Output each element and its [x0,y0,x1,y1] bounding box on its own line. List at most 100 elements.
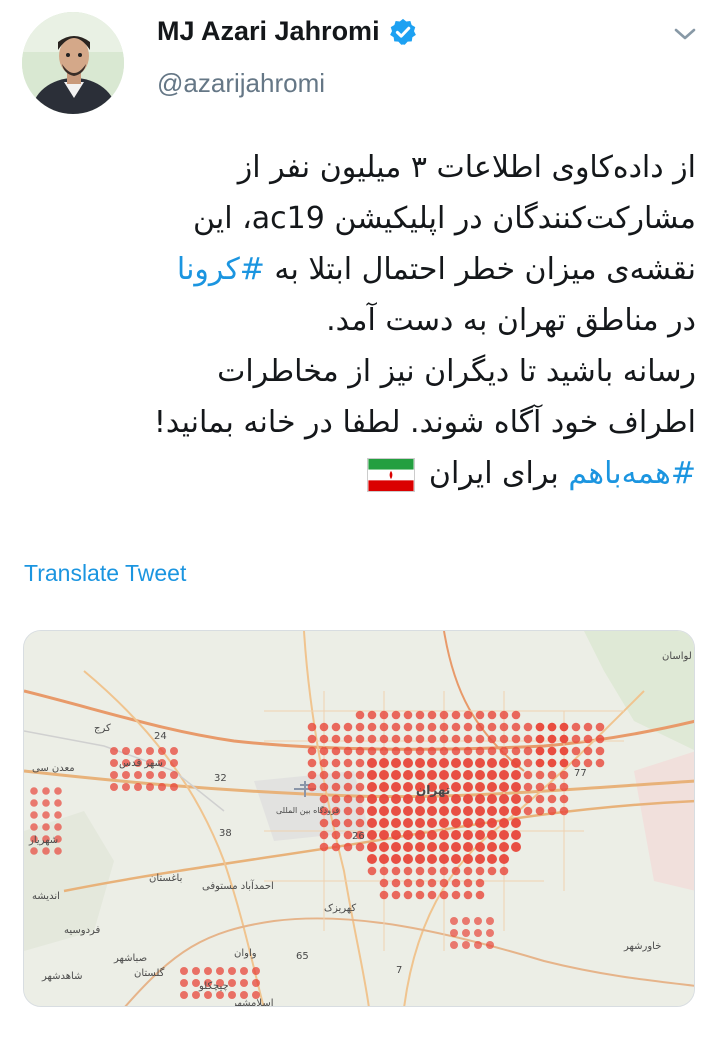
risk-dot [391,758,401,768]
risk-dot [307,758,317,768]
risk-dot [331,758,341,768]
risk-dot [319,758,329,768]
risk-dot [307,782,317,792]
risk-dot [463,746,473,756]
risk-dot [499,842,509,852]
author-name-row[interactable]: MJ Azari Jahromi [157,16,418,47]
risk-dot [379,758,389,768]
risk-dot [355,710,365,720]
tweet-line: #همه‌باهم برای ایران [18,448,696,499]
risk-dot [110,783,118,791]
risk-dot [343,770,353,780]
risk-dot [379,782,389,792]
risk-dot [511,806,521,816]
chevron-down-icon[interactable] [672,22,698,46]
risk-dot [355,758,365,768]
risk-dot [391,794,401,804]
risk-dot [595,758,605,768]
risk-dot [475,830,485,840]
risk-dot [583,734,593,744]
hashtag-hamebahamm-link[interactable]: #همه‌باهم [568,456,696,491]
risk-dot [379,854,389,864]
map-label-chichaklou: چیچکلو [198,981,229,992]
hashtag-corona-link[interactable]: #کرونا [177,252,265,287]
risk-dot [170,771,178,779]
risk-dot [463,878,473,888]
road-shield-7: 7 [396,965,402,976]
risk-dot [511,770,521,780]
risk-dot [355,734,365,744]
author-display-name[interactable]: MJ Azari Jahromi [157,16,380,47]
risk-dot [511,710,521,720]
risk-dot [559,770,569,780]
risk-dot [511,746,521,756]
risk-dot [54,811,62,819]
risk-dot [319,794,329,804]
risk-dot [451,818,461,828]
risk-dot [439,746,449,756]
risk-dot [511,722,521,732]
risk-dot [535,758,545,768]
risk-dot [403,710,413,720]
tehran-risk-map[interactable]: تهران کرج شهریار شهر قدس اسلامشهر لواسان… [23,630,695,1007]
risk-dot [204,991,212,999]
map-canvas: تهران کرج شهریار شهر قدس اسلامشهر لواسان… [24,631,694,1006]
risk-dot [511,794,521,804]
map-label-madan: معدن سی [32,763,75,774]
risk-dot [499,722,509,732]
risk-dot [30,787,38,795]
risk-dot [439,890,449,900]
risk-dot [415,854,425,864]
risk-dot [511,818,521,828]
tweet-line: مشارکت‌کنندگان در اپلیکیشن ac19، این [193,201,696,236]
risk-dot [439,818,449,828]
risk-dot [379,722,389,732]
risk-dot [367,806,377,816]
risk-dot [439,770,449,780]
risk-dot [547,794,557,804]
risk-dot [403,722,413,732]
risk-dot [355,770,365,780]
avatar[interactable] [22,12,124,114]
risk-dot [30,799,38,807]
author-handle[interactable]: @azarijahromi [157,68,325,99]
risk-dot [415,770,425,780]
translate-tweet-link[interactable]: Translate Tweet [24,560,186,587]
risk-dot [559,722,569,732]
risk-dot [180,967,188,975]
risk-dot [474,941,482,949]
road-shield-65: 65 [296,951,309,962]
risk-dot [475,734,485,744]
risk-dot [475,806,485,816]
risk-dot [439,722,449,732]
risk-dot [499,794,509,804]
map-label-khavarshahr: خاورشهر [623,941,661,952]
risk-dot [54,799,62,807]
risk-dot [439,734,449,744]
risk-dot [54,823,62,831]
risk-dot [252,967,260,975]
risk-dot [523,722,533,732]
risk-dot [547,734,557,744]
risk-dot [252,979,260,987]
risk-dot [475,758,485,768]
risk-dot [110,771,118,779]
risk-dot [355,746,365,756]
avatar-image [22,12,124,114]
risk-dot [439,830,449,840]
risk-dot [146,783,154,791]
risk-dot [439,842,449,852]
risk-dot [391,770,401,780]
tweet-text: از داده‌کاوی اطلاعات ۳ میلیون نفر از مشا… [18,142,696,499]
risk-dot [559,734,569,744]
risk-dot [331,818,341,828]
risk-dot [403,734,413,744]
risk-dot [331,842,341,852]
risk-dot [379,770,389,780]
map-label-sabashahr: صباشهر [113,953,147,964]
tweet-line: نقشه‌ی میزان خطر احتمال ابتلا به #کرونا [18,244,696,295]
risk-dot [54,847,62,855]
risk-dot [547,782,557,792]
risk-dot [475,722,485,732]
road-shield-38: 38 [219,828,232,839]
